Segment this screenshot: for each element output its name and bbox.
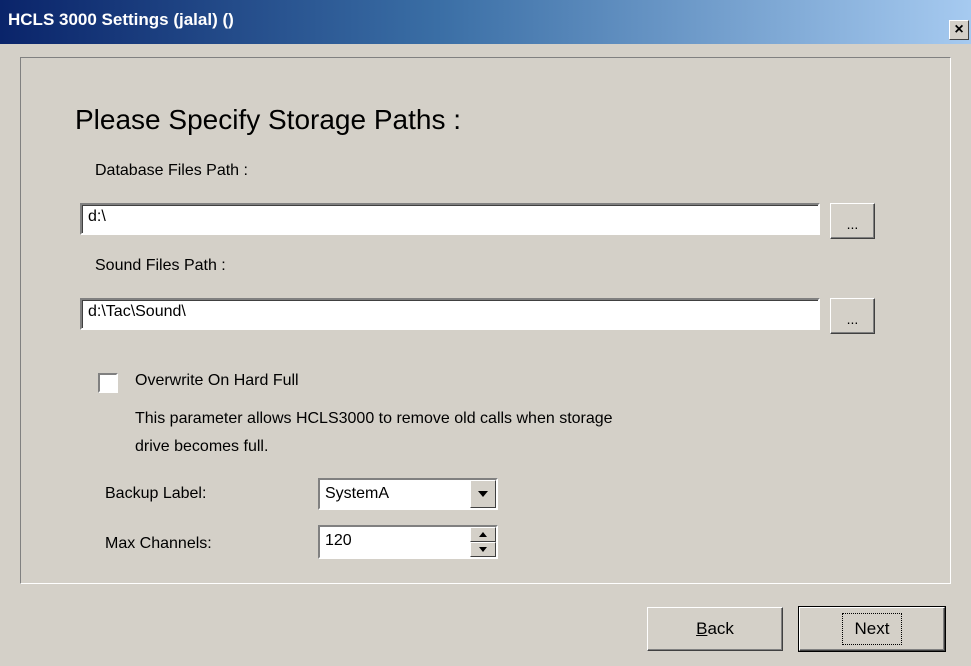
sound-path-input[interactable]: d:\Tac\Sound\	[80, 298, 820, 330]
next-button[interactable]: Next	[798, 606, 946, 652]
dropdown-arrow-button[interactable]	[470, 480, 496, 508]
backup-label-value: SystemA	[325, 485, 390, 502]
sound-path-label: Sound Files Path :	[95, 257, 226, 274]
back-button[interactable]: Back	[647, 607, 783, 651]
sound-browse-button[interactable]: ...	[830, 298, 875, 334]
database-browse-button[interactable]: ...	[830, 203, 875, 239]
overwrite-label[interactable]: Overwrite On Hard Full	[135, 372, 299, 390]
stepper-down-button[interactable]	[470, 542, 496, 557]
stepper-buttons	[470, 527, 496, 557]
backup-label-dropdown[interactable]: SystemA	[318, 478, 498, 510]
overwrite-description-line-2: drive becomes full.	[135, 438, 269, 455]
overwrite-description-line-1: This parameter allows HCLS3000 to remove…	[135, 410, 613, 427]
database-path-input[interactable]: d:\	[80, 203, 820, 235]
max-channels-caption: Max Channels:	[105, 535, 212, 552]
backup-label-caption: Backup Label:	[105, 485, 207, 502]
page-heading: Please Specify Storage Paths :	[75, 104, 461, 135]
next-button-label: Next	[854, 619, 890, 638]
max-channels-value: 120	[325, 532, 352, 549]
close-button[interactable]: ×	[949, 20, 969, 40]
arrow-up-icon	[479, 532, 487, 537]
stepper-up-button[interactable]	[470, 527, 496, 542]
max-channels-stepper[interactable]: 120	[318, 525, 498, 559]
database-path-label: Database Files Path :	[95, 162, 248, 179]
back-button-label: Back	[696, 619, 734, 638]
close-icon: ×	[954, 21, 964, 38]
chevron-down-icon	[478, 491, 488, 497]
title-bar: HCLS 3000 Settings (jalal) () ×	[0, 0, 971, 44]
overwrite-checkbox[interactable]	[98, 373, 118, 393]
arrow-down-icon	[479, 547, 487, 552]
window-title: HCLS 3000 Settings (jalal) ()	[8, 10, 234, 29]
